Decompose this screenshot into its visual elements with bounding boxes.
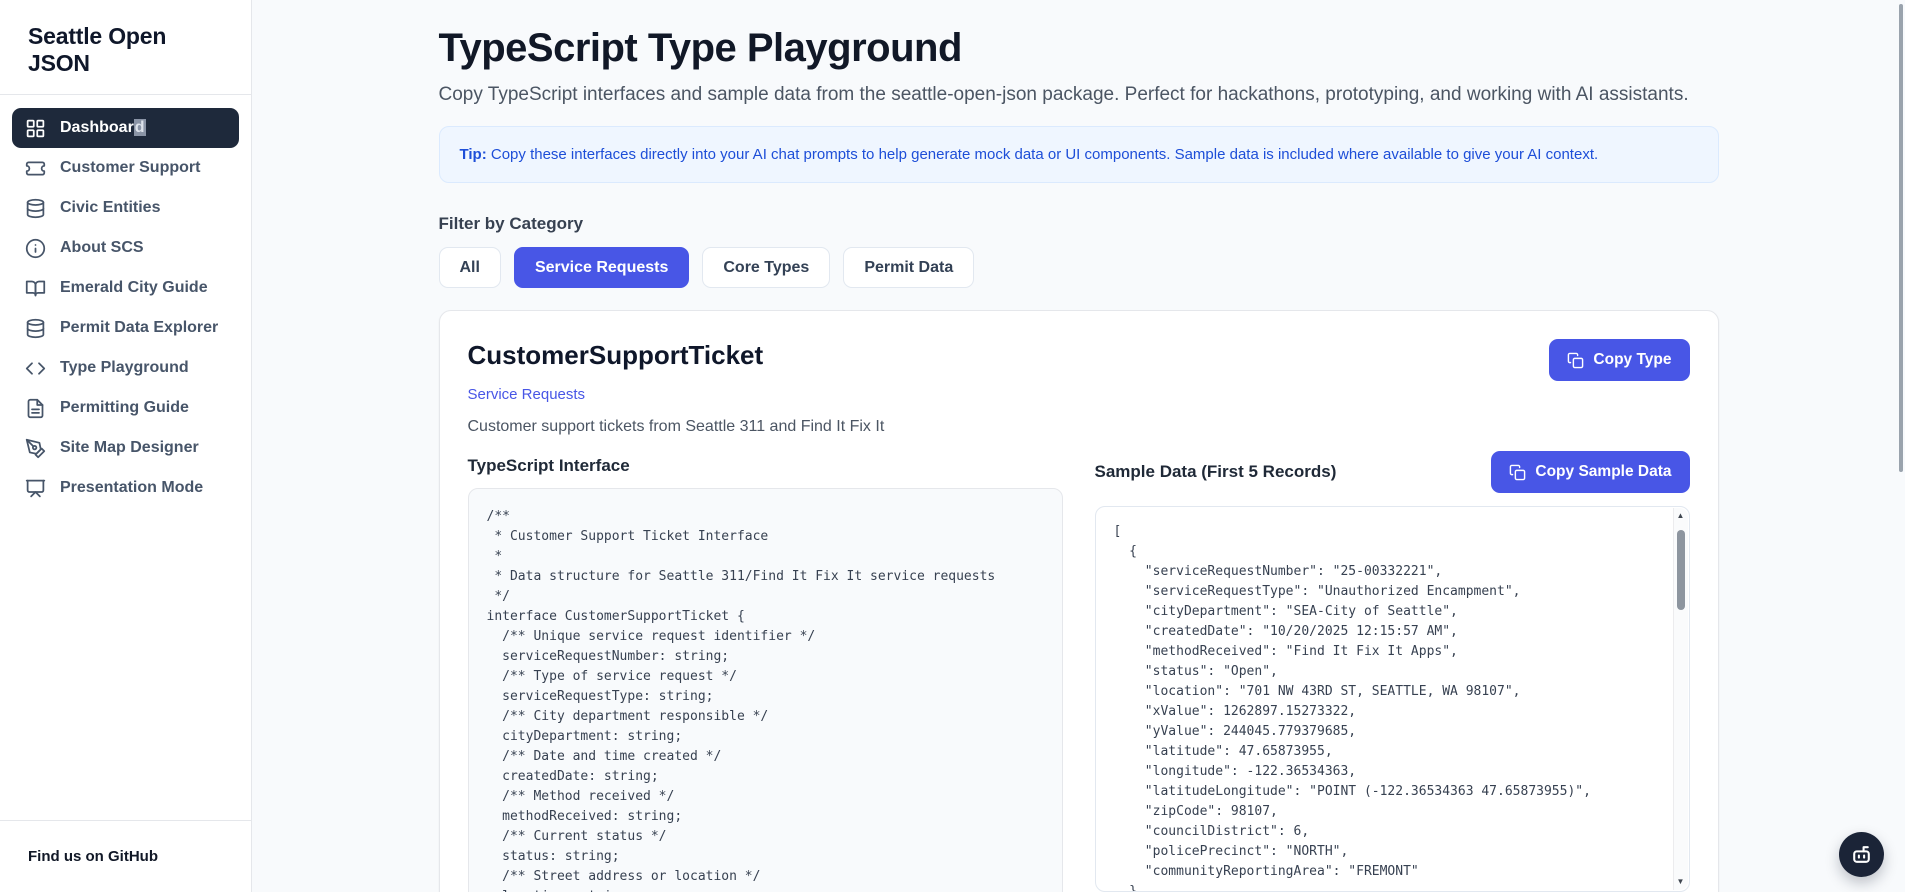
typescript-code: /** * Customer Support Ticket Interface … bbox=[487, 507, 1044, 892]
sample-json-panel[interactable]: [ { "serviceRequestNumber": "25-00332221… bbox=[1095, 506, 1690, 892]
sidebar-item-type-playground[interactable]: Type Playground bbox=[12, 348, 239, 388]
sidebar-item-label: Presentation Mode bbox=[60, 479, 203, 497]
copy-sample-data-button[interactable]: Copy Sample Data bbox=[1491, 451, 1689, 493]
copy-icon bbox=[1509, 464, 1526, 481]
sidebar-item-presentation-mode[interactable]: Presentation Mode bbox=[12, 468, 239, 508]
filter-button-core-types[interactable]: Core Types bbox=[702, 247, 830, 288]
assistant-bot-button[interactable] bbox=[1839, 832, 1884, 877]
filter-button-all[interactable]: All bbox=[439, 247, 501, 288]
sidebar-item-dashboard[interactable]: Dashboard bbox=[12, 108, 239, 148]
filter-button-service-requests[interactable]: Service Requests bbox=[514, 247, 689, 288]
copy-icon bbox=[1567, 352, 1584, 369]
page-scrollbar-thumb[interactable] bbox=[1899, 4, 1903, 472]
sidebar-item-customer-support[interactable]: Customer Support bbox=[12, 148, 239, 188]
sidebar-item-label: Customer Support bbox=[60, 159, 200, 177]
page-scrollbar[interactable] bbox=[1896, 0, 1905, 892]
sample-data-column: Sample Data (First 5 Records) Copy Sampl… bbox=[1095, 451, 1690, 892]
github-link[interactable]: Find us on GitHub bbox=[0, 820, 251, 892]
sidebar-item-emerald-city-guide[interactable]: Emerald City Guide bbox=[12, 268, 239, 308]
pen-tool-icon bbox=[25, 438, 46, 459]
sidebar-item-label: Type Playground bbox=[60, 359, 189, 377]
card-description: Customer support tickets from Seattle 31… bbox=[468, 418, 1690, 436]
sidebar: Seattle Open JSON Dashboard Customer Sup… bbox=[0, 0, 252, 892]
sidebar-item-label: Permitting Guide bbox=[60, 399, 189, 417]
interface-label: TypeScript Interface bbox=[468, 456, 1063, 476]
info-icon bbox=[25, 238, 46, 259]
page-title: TypeScript Type Playground bbox=[439, 26, 1719, 71]
copy-type-button[interactable]: Copy Type bbox=[1549, 339, 1689, 381]
database-icon bbox=[25, 318, 46, 339]
scroll-down-arrow[interactable]: ▼ bbox=[1674, 875, 1688, 889]
sidebar-item-label: Emerald City Guide bbox=[60, 279, 208, 297]
json-scrollbar[interactable]: ▲ ▼ bbox=[1673, 508, 1688, 890]
ticket-icon bbox=[25, 158, 46, 179]
sidebar-item-site-map-designer[interactable]: Site Map Designer bbox=[12, 428, 239, 468]
json-scrollbar-thumb[interactable] bbox=[1677, 530, 1685, 610]
interface-column: TypeScript Interface /** * Customer Supp… bbox=[468, 451, 1063, 892]
card-title: CustomerSupportTicket bbox=[468, 339, 764, 371]
tip-label: Tip: bbox=[460, 146, 487, 163]
filter-button-permit-data[interactable]: Permit Data bbox=[843, 247, 974, 288]
sidebar-item-about-scs[interactable]: About SCS bbox=[12, 228, 239, 268]
app-title: Seattle Open JSON bbox=[0, 0, 251, 94]
code-icon bbox=[25, 358, 46, 379]
sidebar-item-permit-data-explorer[interactable]: Permit Data Explorer bbox=[12, 308, 239, 348]
typescript-code-block: /** * Customer Support Ticket Interface … bbox=[468, 488, 1063, 892]
sidebar-item-permitting-guide[interactable]: Permitting Guide bbox=[12, 388, 239, 428]
scroll-up-arrow[interactable]: ▲ bbox=[1674, 509, 1688, 523]
sidebar-top: Seattle Open JSON Dashboard Customer Sup… bbox=[0, 0, 251, 521]
dashboard-icon bbox=[25, 118, 46, 139]
tip-text: Copy these interfaces directly into your… bbox=[487, 146, 1598, 163]
book-open-icon bbox=[25, 278, 46, 299]
sidebar-item-label: Permit Data Explorer bbox=[60, 319, 218, 337]
text-cursor-highlight: d bbox=[134, 119, 146, 136]
page-subtitle: Copy TypeScript interfaces and sample da… bbox=[439, 84, 1719, 106]
sample-data-label: Sample Data (First 5 Records) bbox=[1095, 462, 1337, 482]
sidebar-item-label: Site Map Designer bbox=[60, 439, 199, 457]
card-category-link[interactable]: Service Requests bbox=[468, 386, 586, 403]
database-icon bbox=[25, 198, 46, 219]
sidebar-nav: Dashboard Customer Support Civic Entitie… bbox=[0, 95, 251, 521]
sidebar-item-label: Dashboard bbox=[60, 119, 146, 137]
main-content: TypeScript Type Playground Copy TypeScri… bbox=[252, 0, 1905, 892]
type-card: CustomerSupportTicket Copy Type Service … bbox=[439, 310, 1719, 892]
robot-icon bbox=[1849, 842, 1874, 867]
sample-json: [ { "serviceRequestNumber": "25-00332221… bbox=[1096, 507, 1689, 892]
filter-by-category-label: Filter by Category bbox=[439, 214, 1719, 234]
presentation-icon bbox=[25, 478, 46, 499]
file-text-icon bbox=[25, 398, 46, 419]
filter-button-group: All Service Requests Core Types Permit D… bbox=[439, 247, 1719, 288]
sidebar-item-label: Civic Entities bbox=[60, 199, 160, 217]
sidebar-item-label: About SCS bbox=[60, 239, 144, 257]
sidebar-item-civic-entities[interactable]: Civic Entities bbox=[12, 188, 239, 228]
tip-banner: Tip: Copy these interfaces directly into… bbox=[439, 126, 1719, 183]
